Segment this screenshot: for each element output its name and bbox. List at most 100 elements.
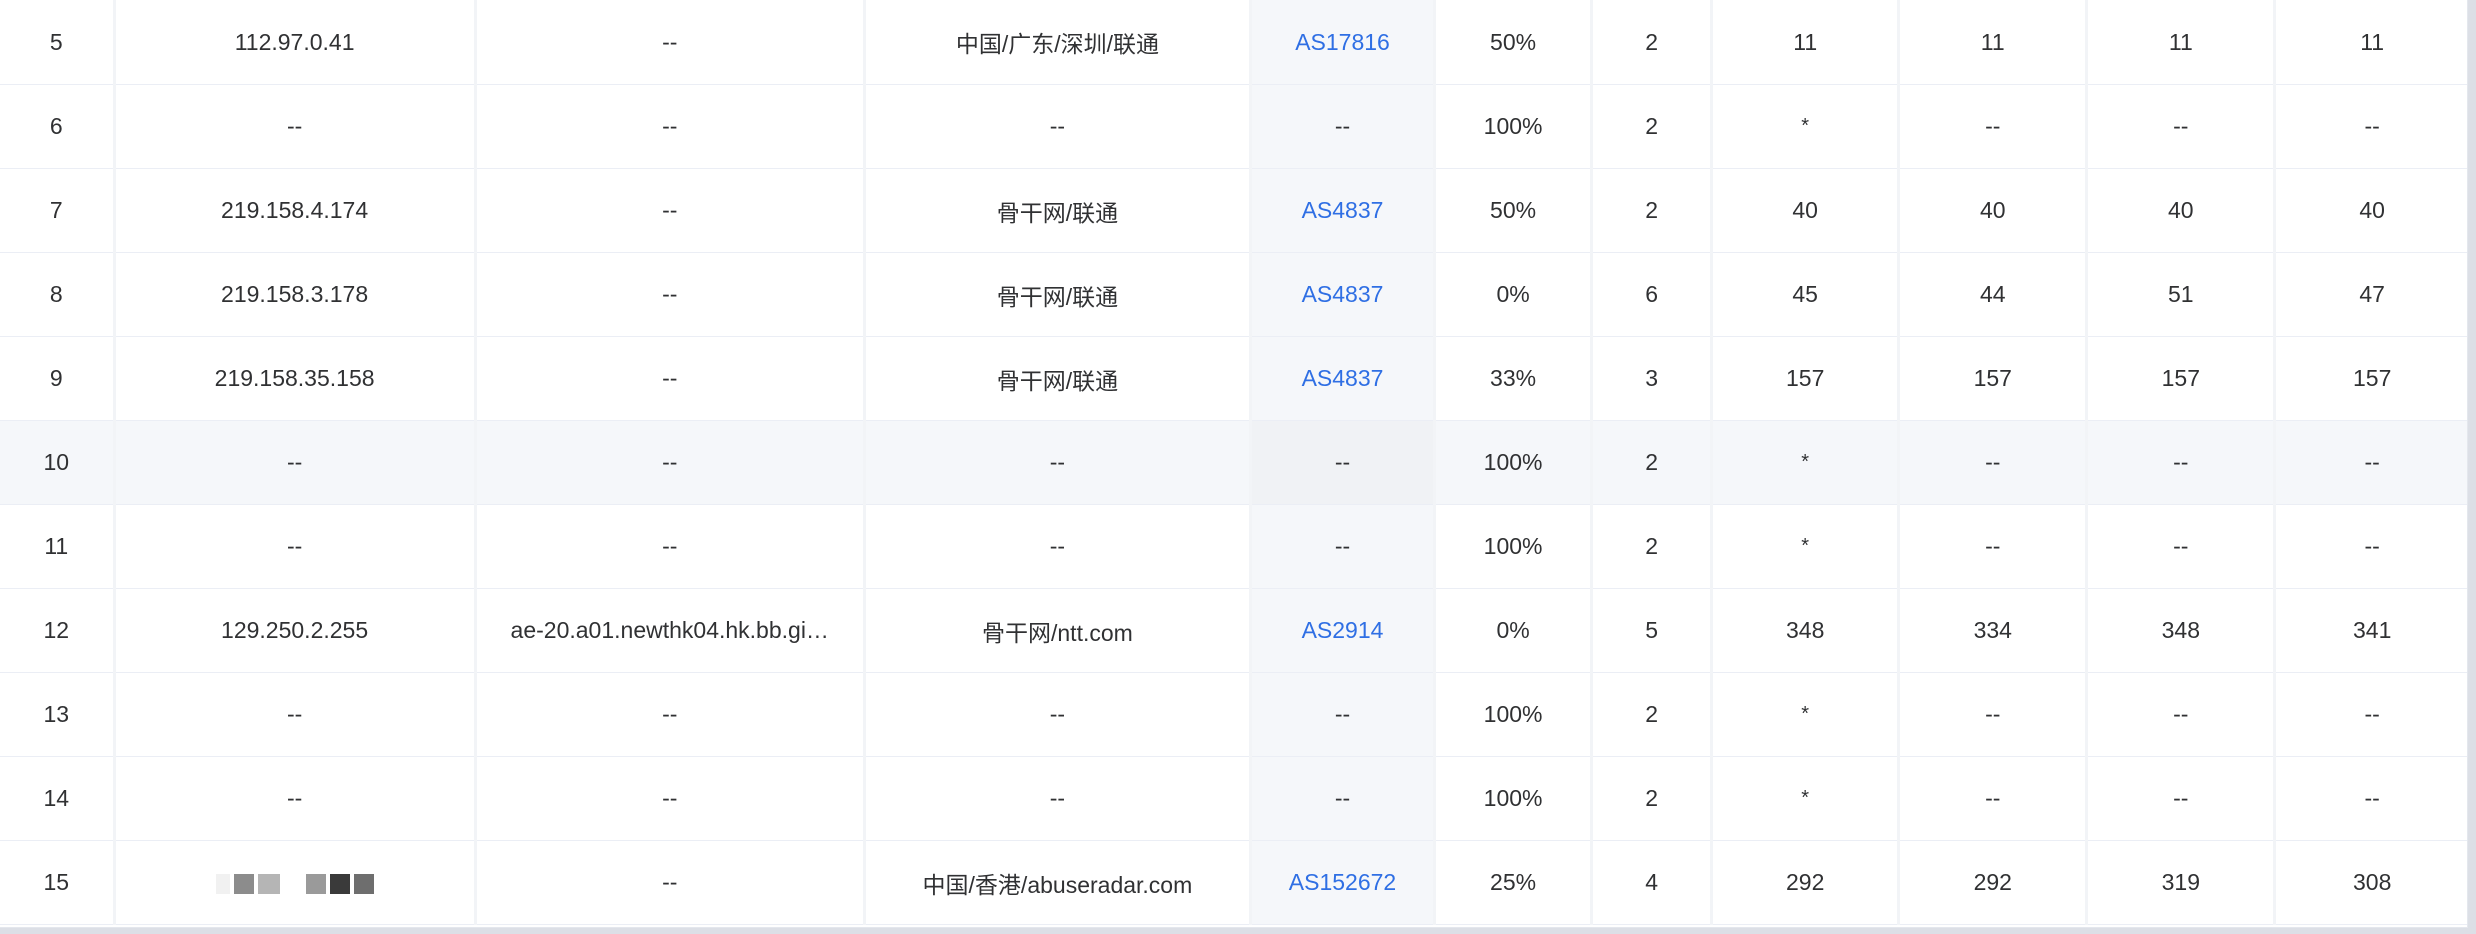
hop-number-cell: 9 — [0, 336, 115, 421]
location-cell: -- — [862, 84, 1251, 169]
table-row[interactable]: 6 -- -- -- -- 100% 2 * -- -- -- — [0, 84, 2467, 169]
asn-link[interactable]: AS4837 — [1302, 365, 1384, 391]
hostname-cell: -- — [473, 0, 865, 85]
latency-worst-cell: 11 — [2273, 0, 2467, 85]
hostname-cell: -- — [473, 420, 865, 505]
latency-avg-cell: 292 — [1897, 840, 2087, 925]
latency-last-cell: * — [1710, 84, 1899, 169]
latency-avg-cell: 334 — [1897, 588, 2087, 673]
ip-address-cell: 219.158.35.158 — [112, 336, 476, 421]
latency-last-cell: 40 — [1710, 168, 1899, 253]
table-row[interactable]: 12 129.250.2.255 ae-20.a01.newthk04.hk.bb.… — [0, 588, 2467, 673]
location-cell: -- — [862, 672, 1251, 757]
loss-rate-cell: 0% — [1433, 588, 1592, 673]
asn-cell: AS4837 — [1248, 336, 1435, 421]
traceroute-table-container[interactable]: 5 112.97.0.41 -- 中国/广东/深圳/联通 AS17816 50% 2 11 11… — [0, 0, 2468, 928]
table-row[interactable]: 13 -- -- -- -- 100% 2 * -- -- -- — [0, 672, 2467, 757]
latency-best-cell: 348 — [2085, 588, 2275, 673]
window-edge-right — [2468, 0, 2476, 934]
latency-last-cell: 45 — [1710, 252, 1899, 337]
table-row[interactable]: 11 -- -- -- -- 100% 2 * -- -- -- — [0, 504, 2467, 589]
table-row[interactable]: 9 219.158.35.158 -- 骨干网/联通 AS4837 33% 3 157 157 1… — [0, 336, 2467, 421]
asn-cell: AS4837 — [1248, 252, 1435, 337]
loss-rate-cell: 100% — [1433, 420, 1592, 505]
latency-worst-cell: -- — [2273, 84, 2467, 169]
location-cell: 中国/广东/深圳/联通 — [862, 0, 1251, 85]
location-cell: 骨干网/联通 — [862, 336, 1251, 421]
hop-number-cell: 5 — [0, 0, 115, 85]
latency-worst-cell: -- — [2273, 672, 2467, 757]
hop-number-cell: 11 — [0, 504, 115, 589]
table-row[interactable]: 15 -- 中国/香港/abuseradar.com AS152672 25% 4 292 2… — [0, 840, 2467, 925]
asn-cell: -- — [1248, 420, 1435, 505]
latency-avg-cell: 11 — [1897, 0, 2087, 85]
asn-cell: -- — [1248, 672, 1435, 757]
latency-avg-cell: 157 — [1897, 336, 2087, 421]
asn-link[interactable]: AS4837 — [1302, 281, 1384, 307]
latency-last-cell: * — [1710, 756, 1899, 841]
hop-number-cell: 15 — [0, 840, 115, 925]
sent-count-cell: 2 — [1590, 168, 1712, 253]
asn-link[interactable]: AS152672 — [1289, 869, 1396, 895]
loss-rate-cell: 50% — [1433, 0, 1592, 85]
ip-address-cell: -- — [112, 84, 476, 169]
ip-address-cell: 219.158.3.178 — [112, 252, 476, 337]
sent-count-cell: 2 — [1590, 420, 1712, 505]
location-cell: -- — [862, 420, 1251, 505]
hostname-cell: -- — [473, 336, 865, 421]
loss-rate-cell: 100% — [1433, 672, 1592, 757]
asn-cell: AS152672 — [1248, 840, 1435, 925]
table-row[interactable]: 10 -- -- -- -- 100% 2 * -- -- -- — [0, 420, 2467, 505]
loss-rate-cell: 0% — [1433, 252, 1592, 337]
table-row[interactable]: 7 219.158.4.174 -- 骨干网/联通 AS4837 50% 2 40 40 40 40 — [0, 168, 2467, 253]
latency-last-cell: * — [1710, 672, 1899, 757]
asn-cell: -- — [1248, 84, 1435, 169]
location-cell: -- — [862, 504, 1251, 589]
hostname-cell: -- — [473, 168, 865, 253]
ip-address-cell: -- — [112, 672, 476, 757]
latency-best-cell: -- — [2085, 756, 2275, 841]
ip-address-cell — [112, 840, 476, 925]
traceroute-table: 5 112.97.0.41 -- 中国/广东/深圳/联通 AS17816 50% 2 11 11… — [0, 0, 2467, 925]
asn-link[interactable]: AS2914 — [1302, 617, 1384, 643]
table-row[interactable]: 5 112.97.0.41 -- 中国/广东/深圳/联通 AS17816 50% 2 11 11… — [0, 0, 2467, 85]
latency-worst-cell: -- — [2273, 504, 2467, 589]
loss-rate-cell: 100% — [1433, 84, 1592, 169]
latency-best-cell: 319 — [2085, 840, 2275, 925]
hop-number-cell: 6 — [0, 84, 115, 169]
latency-avg-cell: -- — [1897, 756, 2087, 841]
asn-link[interactable]: AS4837 — [1302, 197, 1384, 223]
loss-rate-cell: 25% — [1433, 840, 1592, 925]
sent-count-cell: 2 — [1590, 504, 1712, 589]
latency-best-cell: 11 — [2085, 0, 2275, 85]
latency-best-cell: -- — [2085, 84, 2275, 169]
sent-count-cell: 2 — [1590, 84, 1712, 169]
ip-address-cell: 219.158.4.174 — [112, 168, 476, 253]
sent-count-cell: 2 — [1590, 0, 1712, 85]
loss-rate-cell: 100% — [1433, 504, 1592, 589]
loss-rate-cell: 50% — [1433, 168, 1592, 253]
latency-avg-cell: -- — [1897, 672, 2087, 757]
latency-avg-cell: -- — [1897, 420, 2087, 505]
sent-count-cell: 2 — [1590, 672, 1712, 757]
latency-best-cell: -- — [2085, 672, 2275, 757]
hop-number-cell: 13 — [0, 672, 115, 757]
latency-worst-cell: 40 — [2273, 168, 2467, 253]
latency-last-cell: 348 — [1710, 588, 1899, 673]
latency-worst-cell: 47 — [2273, 252, 2467, 337]
table-body: 5 112.97.0.41 -- 中国/广东/深圳/联通 AS17816 50% 2 11 11… — [0, 0, 2467, 925]
latency-worst-cell: 157 — [2273, 336, 2467, 421]
ip-address-cell: -- — [112, 420, 476, 505]
loss-rate-cell: 100% — [1433, 756, 1592, 841]
latency-avg-cell: 40 — [1897, 168, 2087, 253]
asn-cell: -- — [1248, 504, 1435, 589]
hostname-cell: -- — [473, 840, 865, 925]
location-cell: 中国/香港/abuseradar.com — [862, 840, 1251, 925]
location-cell: 骨干网/联通 — [862, 252, 1251, 337]
sent-count-cell: 6 — [1590, 252, 1712, 337]
hostname-cell: -- — [473, 84, 865, 169]
asn-link[interactable]: AS17816 — [1295, 29, 1390, 55]
table-row[interactable]: 8 219.158.3.178 -- 骨干网/联通 AS4837 0% 6 45 44 51 47 — [0, 252, 2467, 337]
latency-best-cell: 40 — [2085, 168, 2275, 253]
table-row[interactable]: 14 -- -- -- -- 100% 2 * -- -- -- — [0, 756, 2467, 841]
